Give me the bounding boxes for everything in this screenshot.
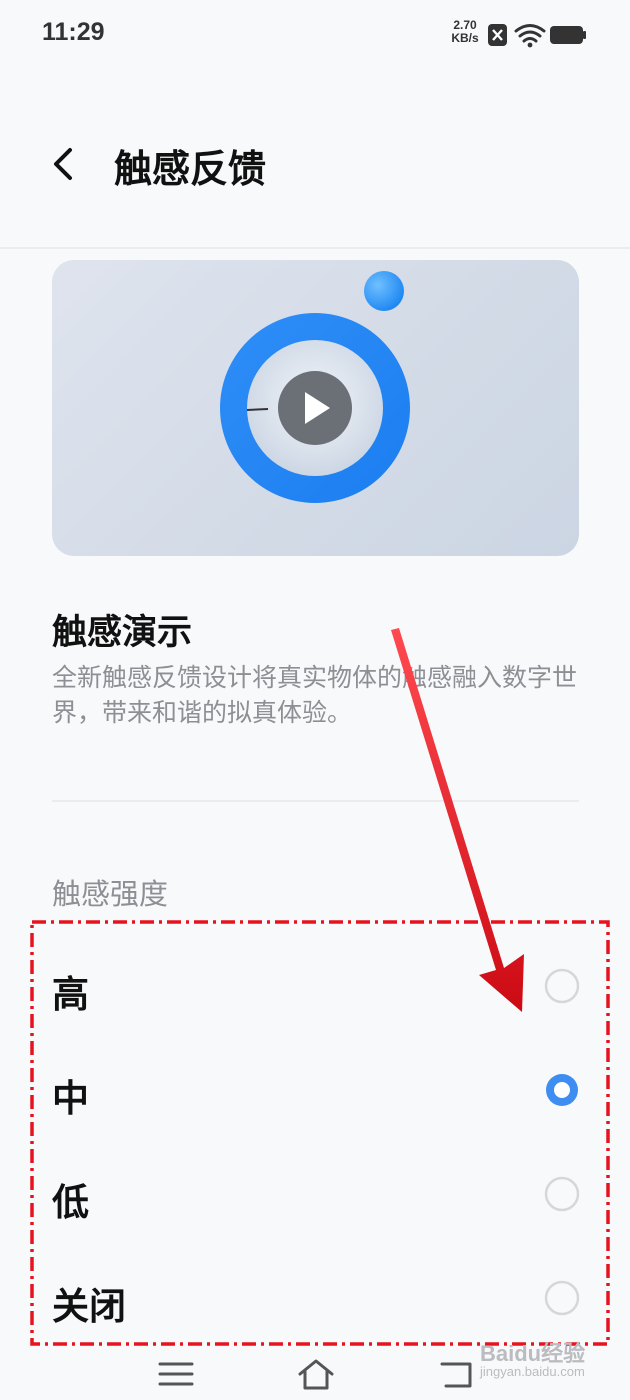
header-divider xyxy=(0,247,630,249)
radio-selected[interactable] xyxy=(544,1072,580,1108)
sim-x-icon xyxy=(488,24,507,46)
demo-title: 触感演示 xyxy=(52,613,193,653)
status-icons xyxy=(488,24,586,48)
battery-icon xyxy=(550,26,586,44)
option-label: 中 xyxy=(52,1077,89,1120)
option-label: 关闭 xyxy=(52,1285,126,1328)
radio-unselected[interactable] xyxy=(544,968,580,1004)
status-time: 11:29 xyxy=(42,18,105,46)
watermark-url: jingyan.baidu.com xyxy=(480,1364,585,1379)
network-speed: 2.70 KB/s xyxy=(446,19,484,45)
radio-unselected[interactable] xyxy=(544,1280,580,1316)
page-title: 触感反馈 xyxy=(114,147,267,191)
home-icon[interactable] xyxy=(296,1356,336,1392)
status-bar: 11:29 2.70 KB/s xyxy=(0,0,630,70)
intensity-option-high[interactable]: 高 xyxy=(30,934,610,1038)
option-label: 高 xyxy=(52,973,89,1016)
back-button[interactable] xyxy=(44,144,84,184)
chevron-left-icon xyxy=(54,148,72,180)
intensity-option-off[interactable]: 关闭 xyxy=(30,1246,610,1350)
network-speed-unit: KB/s xyxy=(451,31,479,45)
option-label: 低 xyxy=(52,1181,89,1224)
demo-description: 全新触感反馈设计将真实物体的触感融入数字世界，带来和谐的拟真体验。 xyxy=(52,663,578,727)
play-icon xyxy=(278,371,352,445)
radio-unselected[interactable] xyxy=(544,1176,580,1212)
demo-animation xyxy=(220,271,410,503)
bubble-dot xyxy=(364,271,404,311)
intensity-option-medium[interactable]: 中 xyxy=(30,1038,610,1142)
section-divider xyxy=(52,800,579,802)
indicator-line xyxy=(246,408,269,411)
intensity-option-low[interactable]: 低 xyxy=(30,1142,610,1246)
haptic-demo-card[interactable] xyxy=(52,260,579,556)
wifi-icon xyxy=(514,24,546,48)
menu-icon[interactable] xyxy=(156,1356,196,1392)
header xyxy=(0,70,630,248)
intensity-section-label: 触感强度 xyxy=(52,877,169,911)
back-icon[interactable] xyxy=(438,1356,478,1392)
